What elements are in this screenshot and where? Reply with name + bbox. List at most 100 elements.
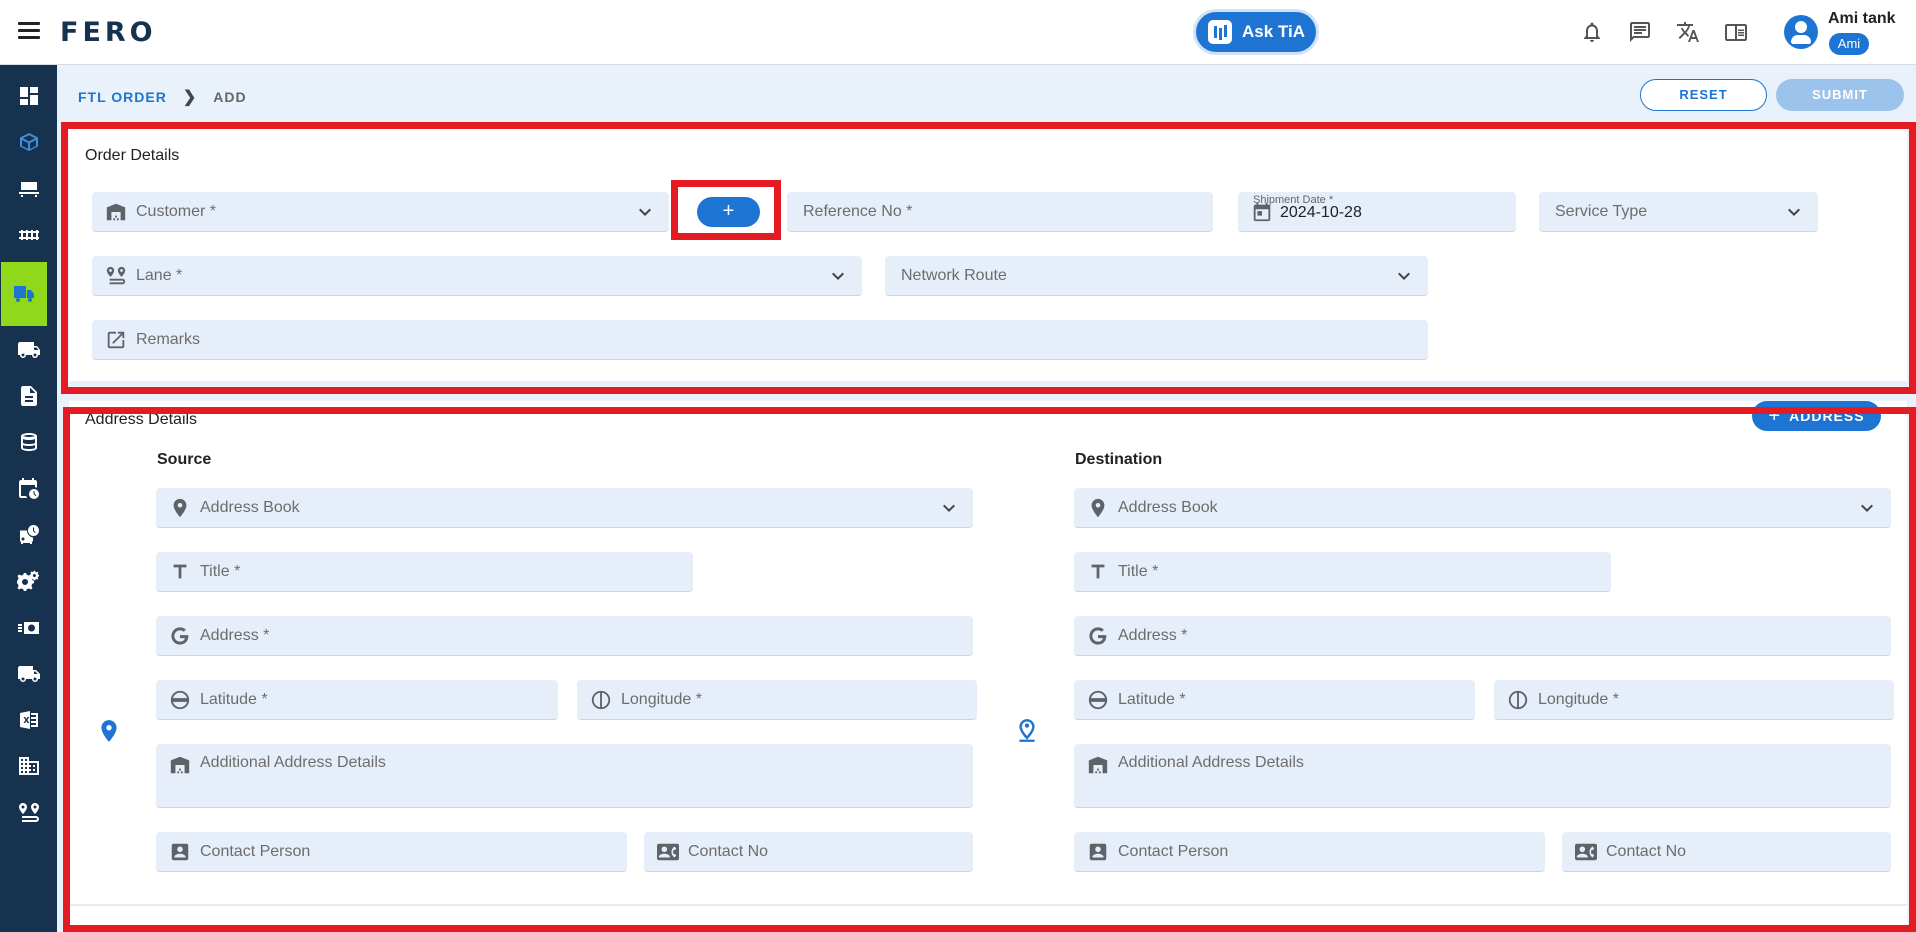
sidebar-item-database[interactable] (0, 419, 57, 465)
chevron-down-icon[interactable] (633, 200, 657, 224)
bell-icon[interactable] (1580, 20, 1604, 44)
destination-latitude-input[interactable]: Latitude * (1074, 680, 1475, 720)
contact-person-icon (169, 841, 191, 863)
customer-select[interactable]: Customer * (92, 192, 669, 232)
service-type-label: Service Type (1555, 202, 1648, 220)
source-address-label: Address * (200, 626, 270, 644)
reference-no-input[interactable]: Reference No * (787, 192, 1213, 232)
destination-title-input[interactable]: Title * (1074, 552, 1611, 592)
chevron-down-icon[interactable] (937, 496, 961, 520)
destination-contact-no-input[interactable]: Contact No (1562, 832, 1891, 872)
destination-latitude-label: Latitude * (1118, 690, 1186, 708)
address-details-card: Address Details + ADDRESS Source Address… (69, 401, 1907, 932)
chevron-down-icon[interactable] (1392, 264, 1416, 288)
source-additional-details-input[interactable]: Additional Address Details (156, 744, 973, 808)
reference-no-label: Reference No * (803, 202, 913, 220)
source-title-input[interactable]: Title * (156, 552, 693, 592)
rail-icon (18, 230, 39, 240)
sidebar-item-dashboard[interactable] (0, 73, 57, 119)
source-latitude-input[interactable]: Latitude * (156, 680, 558, 720)
chevron-down-icon[interactable] (1782, 200, 1806, 224)
sidebar (0, 65, 57, 932)
user-badge[interactable]: Ami (1829, 33, 1869, 55)
sidebar-item-ftl-order[interactable] (1, 262, 47, 326)
dashboard-icon (19, 87, 38, 105)
network-route-select[interactable]: Network Route (885, 256, 1428, 296)
destination-longitude-input[interactable]: Longitude * (1494, 680, 1894, 720)
service-type-select[interactable]: Service Type (1539, 192, 1818, 232)
destination-address-book-select[interactable]: Address Book (1074, 488, 1891, 528)
submit-button[interactable]: SUBMIT (1776, 79, 1904, 111)
book-icon[interactable] (1724, 20, 1748, 44)
source-address-book-select[interactable]: Address Book (156, 488, 973, 528)
shipment-date-field[interactable]: Shipment Date * 2024-10-28 (1238, 192, 1516, 232)
add-customer-button[interactable]: + (697, 197, 760, 227)
text-title-icon (169, 561, 191, 583)
chevron-down-icon[interactable] (826, 264, 850, 288)
destination-longitude-label: Longitude * (1538, 690, 1619, 708)
calendar-icon[interactable] (1251, 201, 1273, 223)
truck-icon (17, 342, 40, 358)
sidebar-item-bus-schedule[interactable] (0, 512, 57, 558)
destination-address-label: Address * (1118, 626, 1188, 644)
sidebar-item-documents[interactable] (0, 373, 57, 419)
customer-label: Customer * (136, 202, 217, 220)
sidebar-item-warehouse[interactable] (0, 166, 57, 212)
menu-icon[interactable] (18, 22, 40, 40)
calendar-clock-icon (18, 478, 39, 499)
translate-icon[interactable] (1676, 20, 1700, 44)
remarks-input[interactable]: Remarks (92, 320, 1428, 360)
chat-icon[interactable] (1628, 20, 1652, 44)
destination-contact-person-input[interactable]: Contact Person (1074, 832, 1545, 872)
destination-address-input[interactable]: Address * (1074, 616, 1891, 656)
route-icon (18, 803, 39, 822)
breadcrumb: FTL ORDER ❯ ADD (78, 87, 247, 107)
sidebar-item-company[interactable] (0, 743, 57, 789)
chevron-down-icon[interactable] (1855, 496, 1879, 520)
network-route-label: Network Route (901, 266, 1007, 284)
sidebar-item-billing[interactable] (0, 605, 57, 651)
warehouse-icon (1087, 754, 1109, 776)
breadcrumb-add: ADD (213, 89, 247, 105)
warehouse-icon (169, 754, 191, 776)
sidebar-item-rail[interactable] (0, 212, 57, 258)
lane-select[interactable]: Lane * (92, 256, 862, 296)
source-additional-label: Additional Address Details (200, 754, 386, 771)
sidebar-item-lanes[interactable] (0, 790, 57, 836)
order-details-card: Order Details Customer * + Reference No … (69, 129, 1907, 381)
main-content: FTL ORDER ❯ ADD RESET SUBMIT Order Detai… (57, 65, 1916, 932)
source-contact-no-input[interactable]: Contact No (644, 832, 973, 872)
spreadsheet-icon (19, 711, 38, 729)
source-address-input[interactable]: Address * (156, 616, 973, 656)
sidebar-item-packages[interactable] (0, 120, 57, 166)
destination-heading: Destination (1075, 451, 1163, 468)
ask-tia-button[interactable]: Ask TiA (1196, 12, 1316, 52)
source-address-book-label: Address Book (200, 498, 300, 516)
reset-button[interactable]: RESET (1640, 79, 1767, 111)
truck-order-icon (14, 286, 34, 302)
location-pin-icon (96, 717, 122, 745)
sidebar-item-shipping[interactable] (0, 651, 57, 697)
sidebar-item-schedule[interactable] (0, 466, 57, 512)
breadcrumb-ftl-order[interactable]: FTL ORDER (78, 89, 167, 105)
order-details-title: Order Details (85, 147, 180, 164)
user-avatar-icon[interactable] (1784, 15, 1818, 49)
gears-icon (16, 570, 39, 591)
sidebar-item-excel[interactable] (0, 697, 57, 743)
destination-additional-details-input[interactable]: Additional Address Details (1074, 744, 1891, 808)
fero-logo[interactable]: FERO (60, 17, 157, 48)
latitude-icon (169, 689, 191, 711)
top-bar: FERO Ask TiA Ami tank Ami (0, 0, 1916, 65)
edit-icon (105, 329, 127, 351)
destination-contact-no-label: Contact No (1606, 842, 1687, 860)
source-longitude-input[interactable]: Longitude * (577, 680, 977, 720)
sidebar-item-trucks[interactable] (0, 327, 57, 373)
destination-contact-person-label: Contact Person (1118, 842, 1229, 860)
source-contact-person-input[interactable]: Contact Person (156, 832, 627, 872)
source-heading: Source (157, 451, 212, 468)
sidebar-item-settings[interactable] (0, 558, 57, 604)
add-address-button[interactable]: + ADDRESS (1752, 401, 1881, 431)
user-name[interactable]: Ami tank (1828, 10, 1896, 28)
longitude-icon (1507, 689, 1529, 711)
map-pin-icon (169, 497, 191, 519)
